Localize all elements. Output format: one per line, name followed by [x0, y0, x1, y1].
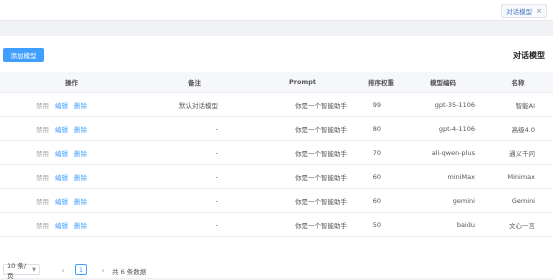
edit-button[interactable]: 编辑	[55, 124, 68, 134]
header-sort: 排序权重	[359, 72, 403, 93]
delete-button[interactable]: 删除	[74, 196, 87, 206]
disable-button[interactable]: 禁用	[36, 172, 49, 182]
name-cell: 智能AI	[483, 92, 553, 117]
code-cell: gpt-4-1106	[403, 116, 483, 141]
op-cell: 禁用 编辑 删除	[0, 164, 143, 189]
pagination: 10 条/页 ▼ ‹ 1 › 共 6 条数据	[0, 262, 553, 280]
prev-page-button[interactable]: ‹	[58, 265, 68, 275]
op-cell: 禁用 编辑 删除	[0, 188, 143, 213]
table-row: 禁用 编辑 删除 - 你是一个智能助手 50 baidu 文心一言	[0, 212, 553, 237]
remark-cell: 默认对话模型	[143, 92, 246, 117]
table-row: 禁用 编辑 删除 - 你是一个智能助手 60 miniMax Minimax	[0, 164, 553, 189]
prompt-cell: 你是一个智能助手	[246, 164, 359, 189]
name-cell: 通义千问	[483, 140, 553, 165]
op-cell: 禁用 编辑 删除	[0, 140, 143, 165]
sort-cell: 99	[359, 92, 403, 117]
disable-button[interactable]: 禁用	[36, 196, 49, 206]
tab-dialog-model[interactable]: 对话模型 ×	[501, 4, 547, 18]
sort-cell: 60	[359, 164, 403, 189]
remark-cell: -	[143, 164, 246, 189]
table-row: 禁用 编辑 删除 - 你是一个智能助手 60 gemini Gemini	[0, 188, 553, 213]
delete-button[interactable]: 删除	[74, 148, 87, 158]
page-number-button[interactable]: 1	[75, 264, 87, 275]
sort-cell: 60	[359, 188, 403, 213]
delete-button[interactable]: 删除	[74, 172, 87, 182]
prompt-cell: 你是一个智能助手	[246, 212, 359, 237]
disable-button[interactable]: 禁用	[36, 148, 49, 158]
sort-cell: 50	[359, 212, 403, 237]
close-icon[interactable]: ×	[536, 7, 542, 15]
header-name: 名称	[483, 72, 553, 93]
prompt-cell: 你是一个智能助手	[246, 116, 359, 141]
edit-button[interactable]: 编辑	[55, 148, 68, 158]
disable-button[interactable]: 禁用	[36, 220, 49, 230]
delete-button[interactable]: 删除	[74, 124, 87, 134]
header-code: 模型编码	[403, 72, 483, 93]
next-page-button[interactable]: ›	[98, 265, 108, 275]
table-row: 禁用 编辑 删除 默认对话模型 你是一个智能助手 99 gpt-35-1106 …	[0, 92, 553, 117]
tab-label[interactable]: 对话模型	[506, 6, 532, 16]
delete-button[interactable]: 删除	[74, 220, 87, 230]
model-table: 操作 备注 Prompt 排序权重 模型编码 名称 禁用 编辑 删除 默认对话模…	[0, 72, 553, 237]
edit-button[interactable]: 编辑	[55, 196, 68, 206]
total-count: 共 6 条数据	[112, 268, 147, 276]
table-header-row: 操作 备注 Prompt 排序权重 模型编码 名称	[0, 72, 553, 93]
code-cell: gpt-35-1106	[403, 92, 483, 117]
header-prompt: Prompt	[246, 72, 359, 93]
op-cell: 禁用 编辑 删除	[0, 116, 143, 141]
prompt-cell: 你是一个智能助手	[246, 188, 359, 213]
op-cell: 禁用 编辑 删除	[0, 212, 143, 237]
table-row: 禁用 编辑 删除 - 你是一个智能助手 70 ali-qwen-plus 通义千…	[0, 140, 553, 165]
code-cell: gemini	[403, 188, 483, 213]
remark-cell: -	[143, 188, 246, 213]
edit-button[interactable]: 编辑	[55, 172, 68, 182]
name-cell: Gemini	[483, 188, 553, 213]
delete-button[interactable]: 删除	[74, 100, 87, 110]
remark-cell: -	[143, 140, 246, 165]
disable-button[interactable]: 禁用	[36, 100, 49, 110]
page-size-select[interactable]: 10 条/页 ▼	[3, 262, 40, 280]
edit-button[interactable]: 编辑	[55, 220, 68, 230]
table-body: 禁用 编辑 删除 默认对话模型 你是一个智能助手 99 gpt-35-1106 …	[0, 92, 553, 237]
prompt-cell: 你是一个智能助手	[246, 92, 359, 117]
remark-cell: -	[143, 116, 246, 141]
prompt-cell: 你是一个智能助手	[246, 140, 359, 165]
add-model-button[interactable]: 添加模型	[3, 48, 44, 62]
header-remark: 备注	[143, 72, 246, 93]
name-cell: 高级4.0	[483, 116, 553, 141]
header-op: 操作	[0, 72, 143, 93]
page-size-label: 10 条/页	[7, 261, 27, 280]
remark-cell: -	[143, 212, 246, 237]
table-row: 禁用 编辑 删除 - 你是一个智能助手 80 gpt-4-1106 高级4.0	[0, 116, 553, 141]
op-cell: 禁用 编辑 删除	[0, 92, 143, 117]
disable-button[interactable]: 禁用	[36, 124, 49, 134]
name-cell: Minimax	[483, 164, 553, 189]
sort-cell: 70	[359, 140, 403, 165]
name-cell: 文心一言	[483, 212, 553, 237]
code-cell: miniMax	[403, 164, 483, 189]
chevron-down-icon: ▼	[32, 266, 36, 273]
top-bar: 对话模型 ×	[0, 0, 553, 21]
code-cell: baidu	[403, 212, 483, 237]
page-title: 对话模型	[513, 51, 545, 60]
sort-cell: 80	[359, 116, 403, 141]
code-cell: ali-qwen-plus	[403, 140, 483, 165]
edit-button[interactable]: 编辑	[55, 100, 68, 110]
content-card: 对话模型 添加模型 操作 备注 Prompt 排序权重 模型编码 名称 禁用 编…	[0, 36, 553, 278]
